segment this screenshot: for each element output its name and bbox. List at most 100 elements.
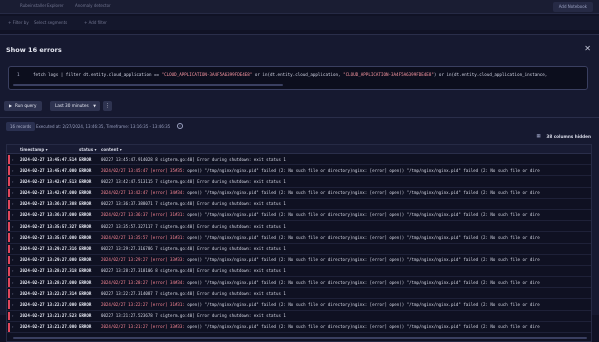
error-marker <box>8 222 10 231</box>
filter-by-button[interactable]: + Filter by <box>8 20 29 25</box>
error-marker <box>8 278 10 287</box>
table-row[interactable]: › 2024-02-27 13:45:47.514 ERROR 00227 13:45… <box>7 154 591 166</box>
cell-content: 00227 13:29:27.316786 7 sigterm.go:40] E… <box>101 246 286 251</box>
chevron-down-icon: ▼ <box>93 104 96 108</box>
table-row[interactable]: › 2024-02-27 13:36:37.000 ERROR 2024/02/27 … <box>7 210 591 222</box>
expand-row-icon[interactable]: › <box>12 291 14 296</box>
cell-status: ERROR <box>79 257 92 263</box>
table-row[interactable]: › 2024-02-27 13:21:27.523 ERROR 00227 13:21… <box>7 311 591 322</box>
table-row[interactable]: › 2024-02-27 13:42:47.000 ERROR 2024/02/27 … <box>7 188 591 199</box>
expand-row-icon[interactable]: › <box>12 268 14 273</box>
column-header-status[interactable]: status ▾ <box>79 147 97 152</box>
editor-scrollbar[interactable] <box>13 84 283 86</box>
tab-explorer[interactable]: Explorer <box>47 3 64 8</box>
segments-select[interactable]: Select segments <box>34 20 67 25</box>
error-marker <box>8 199 10 209</box>
table-header: timestamp ▾ status ▾ content ▾ <box>7 145 591 154</box>
expand-row-icon[interactable]: › <box>12 235 14 240</box>
cell-content: 00227 13:42:47.513115 7 sigterm.go:40] E… <box>101 178 286 184</box>
column-header-timestamp[interactable]: timestamp ▾ <box>20 147 48 152</box>
error-marker <box>8 177 10 187</box>
run-query-label: Run query <box>15 103 37 108</box>
table-scrollbar[interactable] <box>13 337 587 339</box>
cell-status: ERROR <box>79 268 92 274</box>
expand-row-icon[interactable]: › <box>12 257 14 262</box>
cell-timestamp: 2024-02-27 13:29:27.000 <box>20 257 77 263</box>
expand-row-icon[interactable]: › <box>12 168 14 173</box>
cell-status: ERROR <box>79 156 92 162</box>
table-row[interactable]: › 2024-02-27 13:28:27.000 ERROR 2024/02/27 … <box>7 277 591 289</box>
table-row[interactable]: › 2024-02-27 13:22:27.000 ERROR 2024/02/27 … <box>7 299 591 311</box>
expand-row-icon[interactable]: › <box>12 157 14 162</box>
query-editor[interactable]: 1 fetch logs | filter dt.entity.cloud_ap… <box>8 66 588 90</box>
table-row[interactable]: › 2024-02-27 13:29:27.000 ERROR 2024/02/27 … <box>7 255 591 266</box>
table-row[interactable]: › 2024-02-27 13:42:47.513 ERROR 00227 13:42… <box>7 176 591 188</box>
error-marker <box>8 210 10 220</box>
columns-hidden[interactable]: ▦ 38 columns hidden <box>536 134 591 139</box>
info-icon[interactable]: i <box>177 123 183 129</box>
cell-timestamp: 2024-02-27 13:21:27.523 <box>20 313 77 319</box>
error-marker <box>8 289 10 299</box>
cell-timestamp: 2024-02-27 13:35:57.327 <box>20 223 77 229</box>
add-filter-button[interactable]: + Add filter <box>84 20 107 25</box>
error-marker <box>8 266 10 276</box>
query-text[interactable]: fetch logs | filter dt.entity.cloud_appl… <box>33 72 547 77</box>
cell-content: 00227 13:21:27.523678 7 sigterm.go:40] E… <box>101 313 286 319</box>
execution-info: Executed at: 2/27/2024, 13:46:35, Timefr… <box>36 124 171 129</box>
table-row[interactable]: › 2024-02-27 13:36:37.388 ERROR 00227 13:36… <box>7 199 591 210</box>
cell-content: 00227 13:28:27.318106 8 sigterm.go:40] E… <box>101 268 286 274</box>
run-query-button[interactable]: ▶ Run query <box>4 101 42 111</box>
cell-content: 2024/02/27 13:42:47 [error] 34#34: open(… <box>101 190 540 196</box>
cell-timestamp: 2024-02-27 13:45:47.514 <box>20 156 77 162</box>
dialog-title: Show 16 errors <box>6 46 62 54</box>
cell-status: ERROR <box>79 201 92 207</box>
line-number: 1 <box>17 72 20 77</box>
expand-row-icon[interactable]: › <box>12 246 14 251</box>
timeframe-selector[interactable]: Last 30 minutes ▼ <box>50 101 100 111</box>
table-row[interactable]: › 2024-02-27 13:21:27.000 ERROR 2024/02/27 … <box>7 322 591 333</box>
play-icon: ▶ <box>9 103 13 108</box>
table-body: › 2024-02-27 13:45:47.514 ERROR 00227 13:45… <box>7 154 591 333</box>
expand-row-icon[interactable]: › <box>12 190 14 195</box>
error-marker <box>8 244 10 254</box>
cell-timestamp: 2024-02-27 13:22:27.000 <box>20 301 77 307</box>
divider <box>0 117 599 118</box>
error-marker <box>8 300 10 310</box>
expand-row-icon[interactable]: › <box>12 313 14 318</box>
table-row[interactable]: › 2024-02-27 13:22:27.314 ERROR 00227 13:22… <box>7 288 591 300</box>
tab-anomaly-detector[interactable]: Anomaly detector <box>75 3 111 8</box>
error-marker <box>8 166 10 175</box>
add-notebook-button[interactable]: Add Notebook <box>552 2 593 12</box>
error-dialog: Show 16 errors ✕ 1 fetch logs | filter d… <box>0 34 599 342</box>
more-options-button[interactable]: ⋮ <box>103 101 112 111</box>
cell-content: 2024/02/27 13:35:57 [error] 31#31: open(… <box>101 234 540 240</box>
table-row[interactable]: › 2024-02-27 13:29:27.316 ERROR 00227 13:29… <box>7 244 591 255</box>
expand-row-icon[interactable]: › <box>12 201 14 206</box>
cell-status: ERROR <box>79 212 92 218</box>
cell-content: 2024/02/27 13:28:27 [error] 34#34: open(… <box>101 279 540 285</box>
expand-row-icon[interactable]: › <box>12 280 14 285</box>
table-row[interactable]: › 2024-02-27 13:35:57.327 ERROR 00227 13:35… <box>7 221 591 233</box>
expand-row-icon[interactable]: › <box>12 302 14 307</box>
tab-rubeinstaller[interactable]: Rubeinstaller <box>20 3 46 8</box>
close-icon[interactable]: ✕ <box>584 45 591 53</box>
expand-row-icon[interactable]: › <box>12 324 14 329</box>
cell-content: 00227 13:22:27.314087 7 sigterm.go:40] E… <box>101 290 286 296</box>
cell-content: 00227 13:36:37.388071 7 sigterm.go:40] E… <box>101 201 286 207</box>
expand-row-icon[interactable]: › <box>12 212 14 217</box>
table-row[interactable]: › 2024-02-27 13:35:57.000 ERROR 2024/02/27 … <box>7 232 591 244</box>
cell-status: ERROR <box>79 290 92 296</box>
expand-row-icon[interactable]: › <box>12 224 14 229</box>
timeframe-label: Last 30 minutes <box>55 103 89 108</box>
error-marker <box>8 233 10 243</box>
cell-timestamp: 2024-02-27 13:21:27.000 <box>20 324 77 330</box>
column-header-content[interactable]: content ▾ <box>101 147 122 152</box>
cell-content: 00227 13:45:47.914028 8 sigterm.go:40] E… <box>101 156 286 162</box>
table-row[interactable]: › 2024-02-27 13:45:47.000 ERROR 2024/02/27 … <box>7 165 591 177</box>
table-row[interactable]: › 2024-02-27 13:28:27.318 ERROR 00227 13:28… <box>7 266 591 278</box>
cell-content: 2024/02/27 13:21:27 [error] 33#33: open(… <box>101 324 540 330</box>
expand-row-icon[interactable]: › <box>12 179 14 184</box>
cell-timestamp: 2024-02-27 13:36:37.388 <box>20 201 77 207</box>
cell-timestamp: 2024-02-27 13:22:27.314 <box>20 290 77 296</box>
cell-timestamp: 2024-02-27 13:36:37.000 <box>20 212 77 218</box>
